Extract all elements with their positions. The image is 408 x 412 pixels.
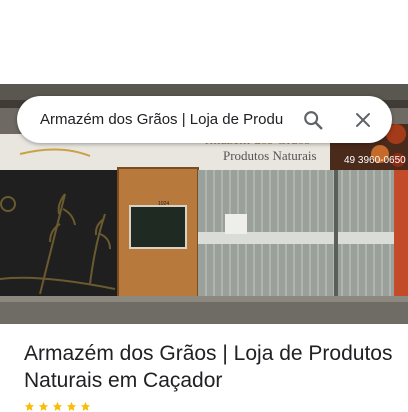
close-icon [356,112,370,127]
star-icon [38,401,49,411]
star-icon [24,401,35,411]
top-blank-area [0,0,408,84]
close-button[interactable] [346,103,380,137]
search-icon [304,110,323,129]
sign-subtitle: Produtos Naturais [223,148,317,163]
star-icon [52,401,63,411]
star-icon [66,401,77,411]
door-number: 1024 [158,201,169,207]
place-title: Armazém dos Grãos | Loja de Produtos Nat… [24,342,393,392]
search-input[interactable] [40,111,290,128]
sign-phone: 49 3960-0650 [344,155,406,166]
star-icon [80,401,91,411]
search-button[interactable] [296,103,330,137]
search-bar [17,96,392,143]
rating-stars [24,400,91,412]
